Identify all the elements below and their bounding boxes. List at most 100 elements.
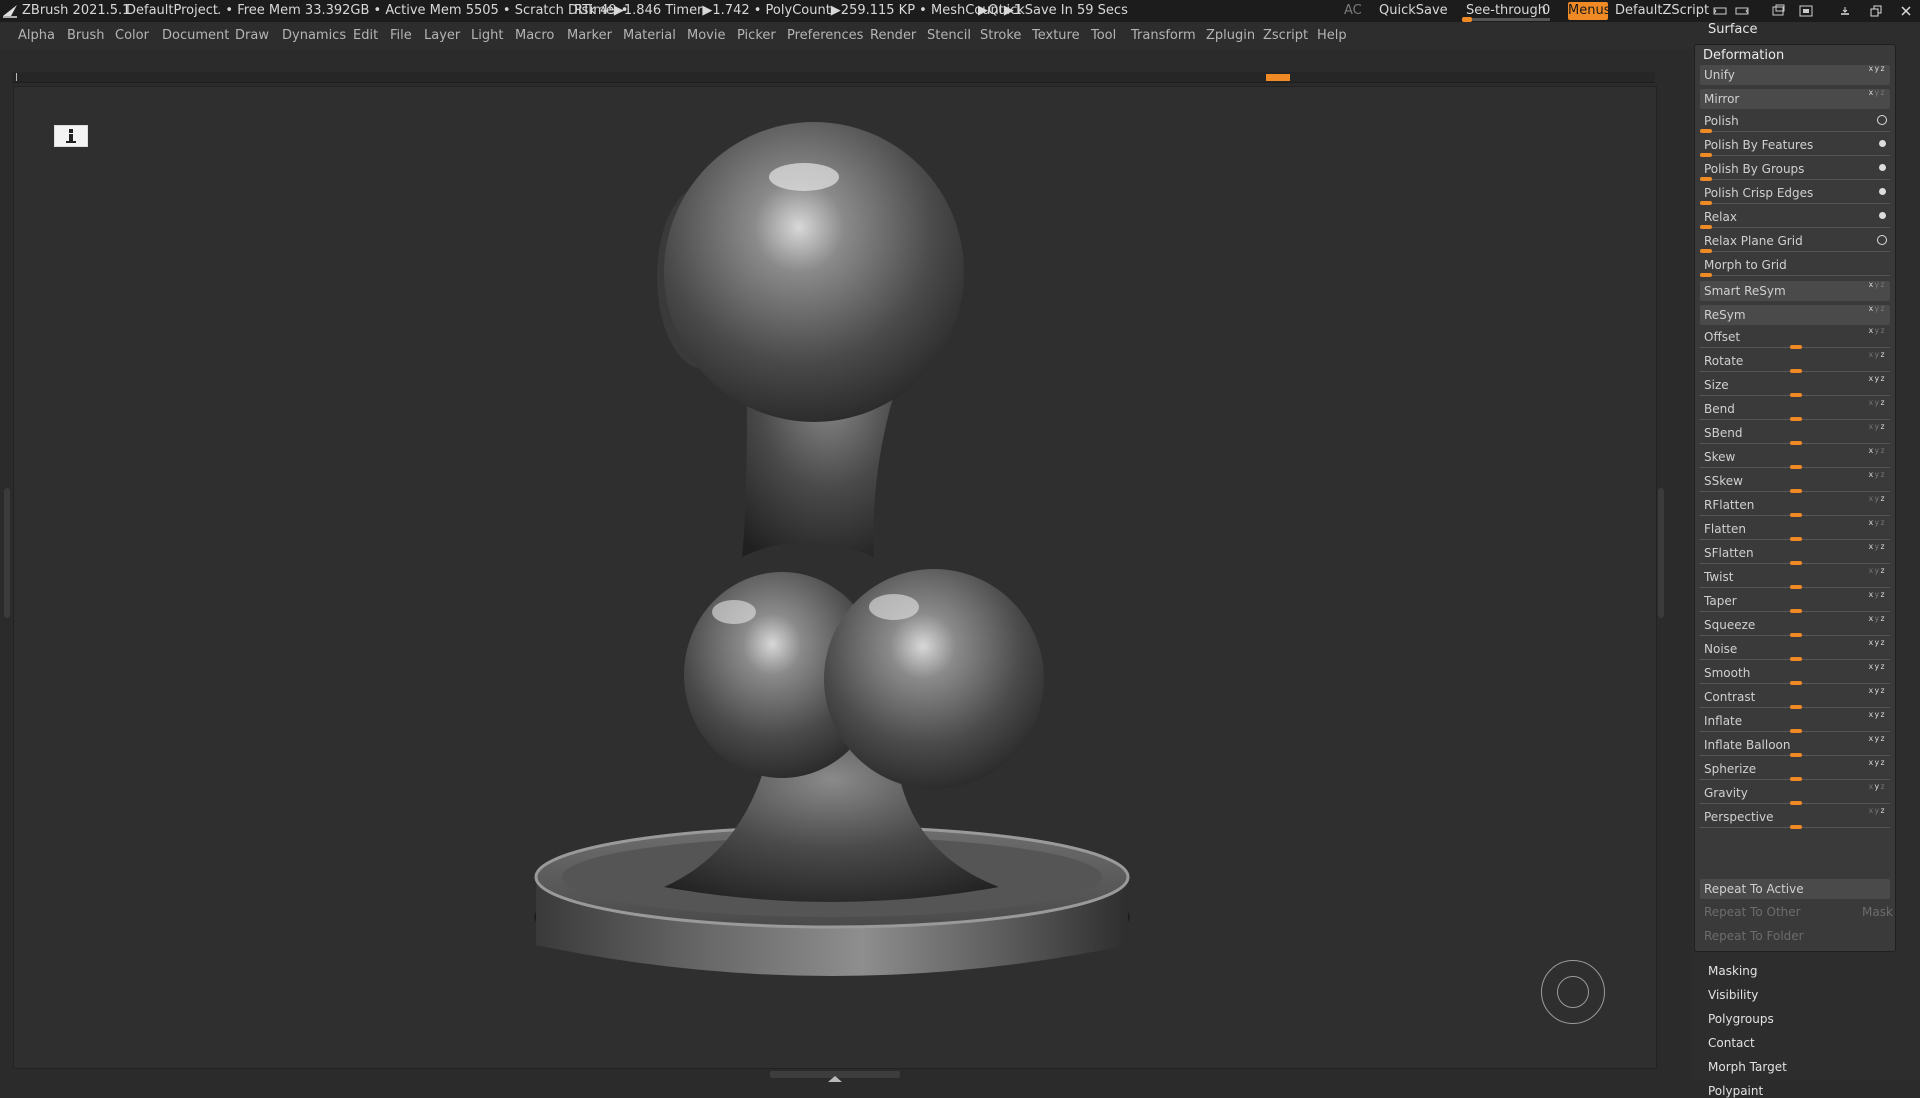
repeat-to-other-button[interactable]: Repeat To Other Mask [1700,902,1893,924]
menu-zplugin[interactable]: Zplugin [1206,28,1255,43]
slider-knob[interactable] [1700,225,1712,229]
morph-target-section[interactable]: Morph Target [1708,1060,1787,1074]
xyz-axis-icon[interactable]: xyz [1869,374,1886,383]
dot-toggle-icon[interactable] [1879,140,1886,147]
bend-slider[interactable]: Bend xyz [1700,398,1890,421]
xyz-axis-icon[interactable]: xyz [1869,662,1886,671]
slider-knob[interactable] [1700,201,1712,205]
layout-left-icon[interactable] [1713,4,1727,18]
floating-palette-icon[interactable] [1771,4,1785,18]
surface-section-title[interactable]: Surface [1708,22,1758,37]
skew-slider[interactable]: Skew xyz [1700,446,1890,469]
menu-light[interactable]: Light [471,28,503,43]
relax-plane-grid-slider[interactable]: Relax Plane Grid [1700,231,1890,253]
xyz-axis-icon[interactable]: xyz [1869,542,1886,551]
xyz-axis-icon[interactable]: xyz [1869,64,1886,73]
slider-knob[interactable] [1790,633,1802,637]
mirror-button[interactable]: Mirror xyz [1700,88,1890,109]
polypaint-section[interactable]: Polypaint [1708,1084,1763,1098]
xyz-axis-icon[interactable]: xyz [1869,422,1886,431]
xyz-axis-icon[interactable]: xyz [1869,686,1886,695]
slider-knob[interactable] [1790,801,1802,805]
xyz-axis-icon[interactable]: xyz [1869,710,1886,719]
menu-tool[interactable]: Tool [1091,28,1116,43]
xyz-axis-icon[interactable]: xyz [1869,518,1886,527]
contact-section[interactable]: Contact [1708,1036,1755,1050]
menu-draw[interactable]: Draw [235,28,269,43]
xyz-axis-icon[interactable]: xyz [1869,758,1886,767]
xyz-axis-icon[interactable]: xyz [1869,590,1886,599]
sskew-slider[interactable]: SSkew xyz [1700,470,1890,493]
menus-toggle-button[interactable]: Menus [1568,2,1610,20]
flatten-slider[interactable]: Flatten xyz [1700,518,1890,541]
close-icon[interactable] [1899,4,1913,18]
size-slider[interactable]: Size xyz [1700,374,1890,397]
polish-crisp-edges-slider[interactable]: Polish Crisp Edges [1700,183,1890,205]
dot-toggle-icon[interactable] [1879,164,1886,171]
slider-knob[interactable] [1790,513,1802,517]
xyz-axis-icon[interactable]: xyz [1869,734,1886,743]
repeat-to-active-button[interactable]: Repeat To Active [1700,879,1890,899]
xyz-axis-icon[interactable]: xyz [1869,398,1886,407]
smooth-slider[interactable]: Smooth xyz [1700,662,1890,685]
taper-slider[interactable]: Taper xyz [1700,590,1890,613]
slider-knob[interactable] [1700,249,1712,253]
polish-by-features-slider[interactable]: Polish By Features [1700,135,1890,157]
default-zscript-button[interactable]: DefaultZScript [1615,3,1709,18]
slider-knob[interactable] [1790,753,1802,757]
slider-knob[interactable] [1790,609,1802,613]
xyz-axis-icon[interactable]: xyz [1869,494,1886,503]
slider-knob[interactable] [1790,393,1802,397]
menu-zscript[interactable]: Zscript [1263,28,1308,43]
menu-dynamics[interactable]: Dynamics [282,28,346,43]
ac-indicator[interactable]: AC [1344,3,1362,18]
timeline-marker[interactable] [1266,74,1290,81]
xyz-axis-icon[interactable]: xyz [1869,446,1886,455]
menu-help[interactable]: Help [1317,28,1347,43]
xyz-axis-icon[interactable]: xyz [1869,806,1886,815]
menu-edit[interactable]: Edit [353,28,378,43]
xyz-axis-icon[interactable]: xyz [1869,470,1886,479]
slider-knob[interactable] [1790,729,1802,733]
dot-toggle-icon[interactable] [1879,212,1886,219]
slider-knob[interactable] [1790,825,1802,829]
polygroups-section[interactable]: Polygroups [1708,1012,1774,1026]
layout-right-icon[interactable] [1735,4,1749,18]
slider-knob[interactable] [1700,177,1712,181]
slider-knob[interactable] [1790,705,1802,709]
rotate-slider[interactable]: Rotate xyz [1700,350,1890,373]
minimize-icon[interactable] [1838,4,1852,18]
xyz-axis-icon[interactable]: xyz [1869,326,1886,335]
visibility-section[interactable]: Visibility [1708,988,1758,1002]
menu-material[interactable]: Material [623,28,676,43]
polish-by-groups-slider[interactable]: Polish By Groups [1700,159,1890,181]
xyz-axis-icon[interactable]: xyz [1869,280,1886,289]
contrast-slider[interactable]: Contrast xyz [1700,686,1890,709]
menu-layer[interactable]: Layer [424,28,460,43]
slider-knob[interactable] [1790,561,1802,565]
slider-knob[interactable] [1790,441,1802,445]
menu-render[interactable]: Render [870,28,916,43]
slider-knob[interactable] [1790,489,1802,493]
noise-slider[interactable]: Noise xyz [1700,638,1890,661]
menu-transform[interactable]: Transform [1131,28,1196,43]
spherize-slider[interactable]: Spherize xyz [1700,758,1890,781]
menu-alpha[interactable]: Alpha [18,28,55,43]
xyz-axis-icon[interactable]: xyz [1869,88,1886,97]
default-layout-icon[interactable] [1799,4,1813,18]
inflate-balloon-slider[interactable]: Inflate Balloon xyz [1700,734,1890,757]
menu-stencil[interactable]: Stencil [927,28,971,43]
perspective-slider[interactable]: Perspective xyz [1700,806,1890,829]
menu-marker[interactable]: Marker [567,28,612,43]
bottom-tray-handle[interactable] [770,1071,900,1082]
deformation-title[interactable]: Deformation [1703,48,1784,63]
menu-stroke[interactable]: Stroke [980,28,1021,43]
right-tray-handle[interactable] [1658,488,1664,618]
menu-movie[interactable]: Movie [687,28,725,43]
relax-slider[interactable]: Relax [1700,207,1890,229]
xyz-axis-icon[interactable]: xyz [1869,350,1886,359]
navigation-gyro-icon[interactable] [1541,960,1605,1024]
sbend-slider[interactable]: SBend xyz [1700,422,1890,445]
rflatten-slider[interactable]: RFlatten xyz [1700,494,1890,517]
squeeze-slider[interactable]: Squeeze xyz [1700,614,1890,637]
